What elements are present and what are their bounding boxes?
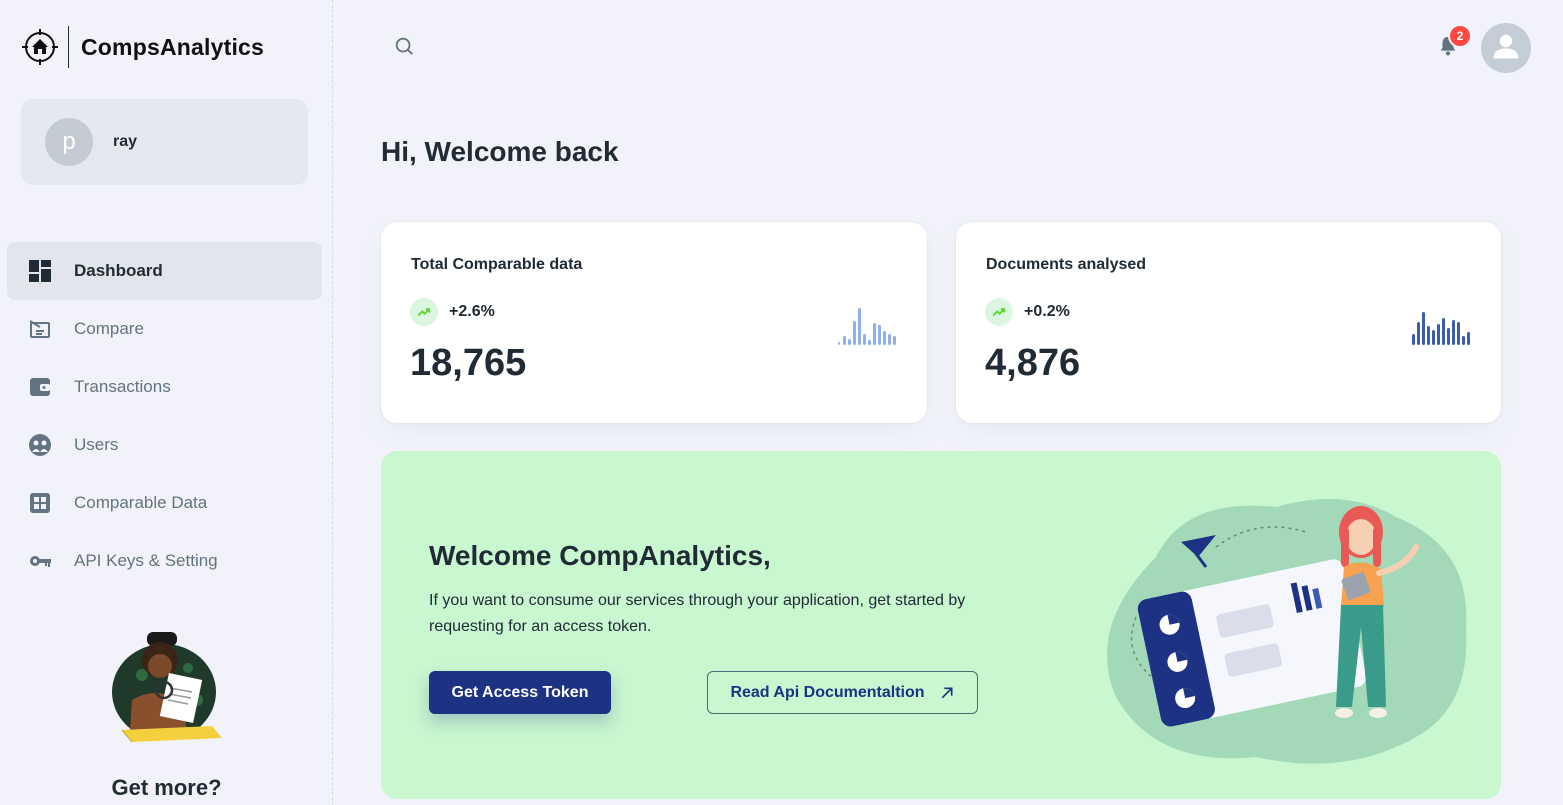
promo-section: Get more? — [0, 630, 333, 801]
stat-card-total-comparable: Total Comparable data +2.6% 18,765 — [381, 222, 927, 423]
stat-trend: +0.2% — [985, 298, 1070, 326]
sparkline-chart — [1412, 312, 1470, 345]
account-avatar: p — [45, 118, 93, 166]
stat-value: 4,876 — [985, 342, 1081, 384]
read-api-docs-label: Read Api Documentaltion — [730, 683, 925, 701]
brand[interactable]: CompsAnalytics — [22, 25, 264, 69]
home-target-logo-icon — [22, 29, 58, 65]
sidebar-item-label: Transactions — [74, 377, 171, 396]
grid-icon — [27, 490, 53, 516]
sidebar-item-label: API Keys & Setting — [74, 551, 218, 570]
welcome-illustration — [1107, 499, 1467, 764]
notifications-button[interactable]: 2 — [1432, 24, 1472, 64]
trending-up-icon — [410, 298, 438, 326]
sidebar-item-comparable-data[interactable]: Comparable Data — [7, 474, 322, 532]
stat-card-documents-analysed: Documents analysed +0.2% 4,876 — [956, 222, 1501, 423]
arrow-up-right-icon — [939, 685, 955, 701]
user-avatar-button[interactable] — [1481, 23, 1531, 73]
stat-trend-text: +2.6% — [449, 303, 495, 320]
trending-up-icon — [985, 298, 1013, 326]
sidebar-item-api-keys[interactable]: API Keys & Setting — [7, 532, 322, 590]
sidebar: CompsAnalytics p ray Dashboard Compare T… — [0, 0, 333, 805]
promo-illustration — [102, 630, 232, 755]
promo-title: Get more? — [111, 775, 222, 800]
banner-title: Welcome CompAnalytics, — [429, 540, 771, 571]
sidebar-item-label: Comparable Data — [74, 493, 208, 512]
sidebar-item-label: Compare — [74, 319, 144, 338]
brand-divider — [68, 26, 69, 68]
get-access-token-button[interactable]: Get Access Token — [429, 671, 611, 714]
sidebar-item-label: Users — [74, 435, 119, 454]
sidebar-item-transactions[interactable]: Transactions — [7, 358, 322, 416]
read-api-docs-button[interactable]: Read Api Documentaltion — [707, 671, 978, 714]
sidebar-nav: Dashboard Compare Transactions Users Com… — [7, 242, 322, 590]
stat-title: Documents analysed — [986, 256, 1147, 273]
page-title: Hi, Welcome back — [381, 136, 619, 167]
banner-description: If you want to consume our services thro… — [429, 592, 966, 635]
key-icon — [27, 548, 53, 574]
account-name: ray — [113, 133, 138, 150]
dashboard-icon — [27, 258, 53, 284]
search-button[interactable] — [390, 34, 418, 62]
notification-badge: 2 — [1448, 24, 1472, 48]
sidebar-item-dashboard[interactable]: Dashboard — [7, 242, 322, 300]
brand-name: CompsAnalytics — [81, 33, 265, 60]
sidebar-item-compare[interactable]: Compare — [7, 300, 322, 358]
sidebar-item-label: Dashboard — [74, 261, 163, 280]
search-icon — [393, 35, 415, 62]
stat-title: Total Comparable data — [411, 256, 583, 273]
welcome-banner: Welcome CompAnalytics, If you want to co… — [381, 451, 1501, 799]
stat-trend-text: +0.2% — [1024, 303, 1070, 320]
stat-value: 18,765 — [410, 342, 527, 384]
sparkline-chart — [838, 308, 896, 345]
account-card[interactable]: p ray — [21, 99, 308, 185]
users-icon — [27, 432, 53, 458]
app-root: CompsAnalytics p ray Dashboard Compare T… — [0, 0, 1563, 805]
wallet-icon — [27, 374, 53, 400]
compare-icon — [27, 316, 53, 342]
stat-trend: +2.6% — [410, 298, 495, 326]
user-icon — [1491, 31, 1521, 66]
sidebar-item-users[interactable]: Users — [7, 416, 322, 474]
